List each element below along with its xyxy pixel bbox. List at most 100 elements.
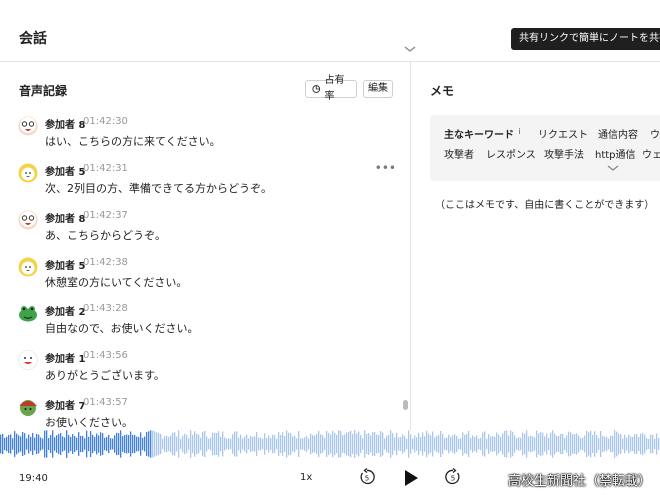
memo-editor[interactable]: （ここはメモです、自由に書くことができます） bbox=[435, 196, 654, 211]
waveform-bar bbox=[144, 436, 146, 452]
edit-button[interactable]: 編集 bbox=[363, 80, 393, 98]
play-icon[interactable] bbox=[403, 469, 419, 487]
waveform-bar bbox=[292, 436, 294, 452]
scrollbar-thumb[interactable] bbox=[403, 400, 408, 410]
keyword-chip[interactable]: 攻撃者 bbox=[444, 146, 474, 161]
waveform-bar bbox=[564, 437, 566, 451]
waveform-bar bbox=[130, 431, 132, 457]
waveform-bar bbox=[430, 435, 432, 453]
waveform-bar bbox=[282, 432, 284, 456]
forward-5-icon[interactable]: 5 bbox=[444, 468, 462, 486]
transcript-entry[interactable]: 参加者 5 01:42:38 休憩室の方にいてください。 bbox=[18, 257, 398, 297]
utterance-time[interactable]: 01:42:31 bbox=[83, 163, 128, 174]
waveform-bar bbox=[172, 432, 174, 456]
waveform-bar bbox=[610, 435, 612, 453]
waveform-bar bbox=[326, 430, 328, 458]
waveform-bar bbox=[366, 434, 368, 454]
keyword-chip[interactable]: 通信内容 bbox=[598, 126, 638, 141]
utterance-time[interactable]: 01:42:37 bbox=[83, 210, 128, 221]
waveform-bar bbox=[92, 434, 94, 454]
waveform-bar bbox=[162, 438, 164, 450]
waveform-bar bbox=[278, 432, 280, 456]
chevron-down-icon[interactable] bbox=[606, 163, 620, 173]
keyword-chip[interactable]: 攻撃手法 bbox=[544, 146, 584, 161]
waveform-bar bbox=[446, 437, 448, 451]
waveform-bar bbox=[584, 435, 586, 453]
waveform-bar bbox=[500, 436, 502, 452]
waveform-bar bbox=[580, 438, 582, 450]
watermark: 高校生新聞社（禁転載） bbox=[508, 474, 652, 489]
waveform-bar bbox=[46, 430, 48, 458]
waveform-bar bbox=[146, 432, 148, 456]
waveform-bar bbox=[502, 433, 504, 455]
waveform-bar bbox=[592, 434, 594, 454]
waveform-bar bbox=[450, 436, 452, 452]
keyword-chip[interactable]: レスポンス bbox=[486, 146, 536, 161]
waveform-bar bbox=[596, 435, 598, 453]
waveform-bar bbox=[554, 433, 556, 455]
waveform-bar bbox=[96, 433, 98, 455]
transcript-entry[interactable]: 参加者 8 01:42:37 あ、こちらからどうぞ。 bbox=[18, 210, 398, 250]
waveform-bar bbox=[536, 430, 538, 458]
chevron-down-icon[interactable] bbox=[403, 44, 417, 54]
avatar-glasses-face-icon bbox=[18, 210, 38, 230]
transcript-entry[interactable]: 参加者 7 01:43:57 お使いください。 bbox=[18, 397, 398, 430]
current-time: 19:40 bbox=[19, 473, 48, 484]
transcript-entry[interactable]: 参加者 8 01:42:30 はい、こちらの方に来てください。 bbox=[18, 116, 398, 156]
waveform-bar bbox=[268, 435, 270, 453]
waveform-bar bbox=[206, 436, 208, 452]
info-icon[interactable]: i bbox=[514, 126, 525, 137]
utterance-text: 次、2列目の方、準備できてる方からどうぞ。 bbox=[45, 182, 272, 195]
waveform-bar bbox=[38, 434, 40, 454]
waveform-bar bbox=[618, 433, 620, 455]
keyword-chip[interactable]: ウェ bbox=[642, 146, 660, 161]
utterance-time[interactable]: 01:42:30 bbox=[83, 116, 128, 127]
waveform-bar bbox=[2, 433, 4, 455]
waveform-bar bbox=[358, 431, 360, 457]
waveform-bar bbox=[442, 433, 444, 455]
utterance-time[interactable]: 01:43:28 bbox=[83, 303, 128, 314]
waveform-bar bbox=[178, 430, 180, 458]
waveform-bar bbox=[184, 433, 186, 455]
more-options-icon[interactable]: ••• bbox=[375, 161, 396, 175]
waveform-bar bbox=[540, 431, 542, 457]
waveform-bar bbox=[72, 434, 74, 454]
waveform-bar bbox=[4, 437, 6, 451]
waveform-bar bbox=[18, 435, 20, 453]
waveform-bar bbox=[186, 435, 188, 453]
waveform-bar bbox=[28, 434, 30, 454]
keyword-chip[interactable]: ウ bbox=[650, 126, 660, 141]
waveform-bar bbox=[646, 438, 648, 450]
waveform-bar bbox=[318, 430, 320, 458]
audio-waveform[interactable] bbox=[0, 430, 660, 458]
waveform-bar bbox=[212, 432, 214, 456]
waveform-bar bbox=[336, 434, 338, 454]
utterance-time[interactable]: 01:43:57 bbox=[83, 397, 128, 408]
waveform-bar bbox=[376, 434, 378, 454]
waveform-bar bbox=[460, 438, 462, 450]
transcript-entry[interactable]: 参加者 1 01:43:56 ありがとうございます。 bbox=[18, 350, 398, 390]
waveform-bar bbox=[54, 437, 56, 451]
waveform-bar bbox=[356, 433, 358, 455]
waveform-bar bbox=[604, 436, 606, 452]
waveform-bar bbox=[284, 435, 286, 453]
waveform-bar bbox=[80, 435, 82, 453]
transcript-entry[interactable]: 参加者 2 01:43:28 自由なので、お使いください。 bbox=[18, 303, 398, 343]
waveform-bar bbox=[296, 438, 298, 450]
keyword-chip[interactable]: リクエスト bbox=[538, 126, 588, 141]
playback-speed-button[interactable]: 1x bbox=[300, 472, 312, 483]
forward-seconds-label: 5 bbox=[451, 475, 455, 483]
waveform-bar bbox=[42, 438, 44, 450]
waveform-bar bbox=[412, 438, 414, 450]
share-button-label: 占有率 bbox=[324, 75, 345, 102]
rewind-5-icon[interactable]: 5 bbox=[358, 468, 376, 486]
utterance-time[interactable]: 01:43:56 bbox=[83, 350, 128, 361]
speaker-share-button[interactable]: 占有率 bbox=[305, 75, 357, 102]
transcript-entry[interactable]: 参加者 5 01:42:31 次、2列目の方、準備できてる方からどうぞ。 ••• bbox=[18, 161, 398, 203]
waveform-bar bbox=[60, 432, 62, 456]
utterance-time[interactable]: 01:42:38 bbox=[83, 257, 128, 268]
waveform-bar bbox=[120, 430, 122, 458]
waveform-bar bbox=[656, 433, 658, 455]
keyword-chip[interactable]: http通信 bbox=[595, 146, 636, 161]
waveform-bar bbox=[244, 436, 246, 452]
